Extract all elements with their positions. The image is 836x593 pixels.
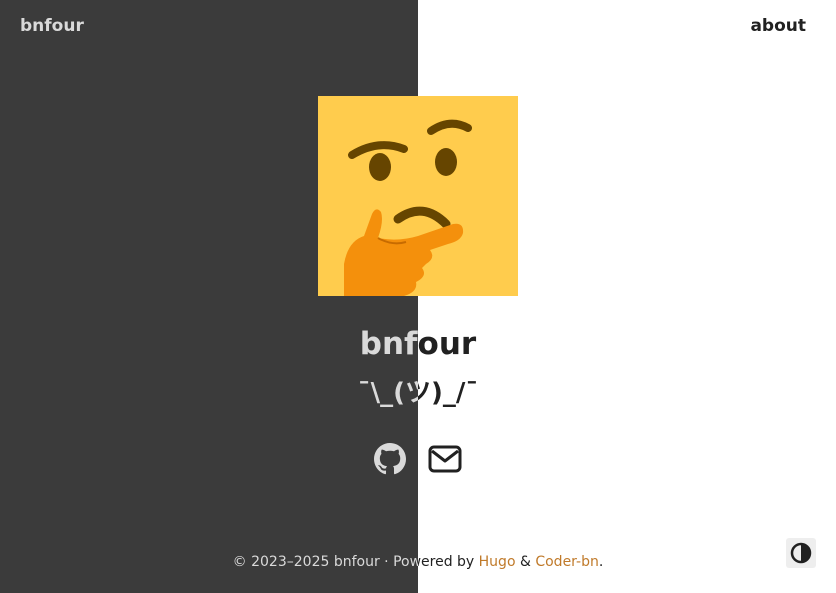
- email-link[interactable]: [428, 442, 462, 476]
- profile-tagline: ¯\_(ツ)_/¯ ¯\_(ツ)_/¯: [357, 378, 479, 408]
- envelope-icon: [428, 445, 462, 473]
- coder-bn-link[interactable]: Coder-bn: [535, 554, 599, 570]
- profile-name: bnfour bnfour: [359, 326, 477, 362]
- site-title-link[interactable]: bnfour: [20, 16, 84, 36]
- hugo-link[interactable]: Hugo: [479, 554, 516, 570]
- contrast-icon: [790, 542, 812, 564]
- avatar: [318, 96, 518, 296]
- github-link[interactable]: [373, 442, 407, 476]
- thinking-face-emoji-icon: [344, 119, 472, 296]
- theme-toggle-button[interactable]: [786, 538, 816, 568]
- footer: © 2023–2025 bnfour · Powered by Hugo & C…: [232, 554, 604, 570]
- github-icon: [374, 443, 406, 475]
- dark-background-panel: [0, 0, 418, 593]
- nav-link-about[interactable]: about: [750, 16, 806, 36]
